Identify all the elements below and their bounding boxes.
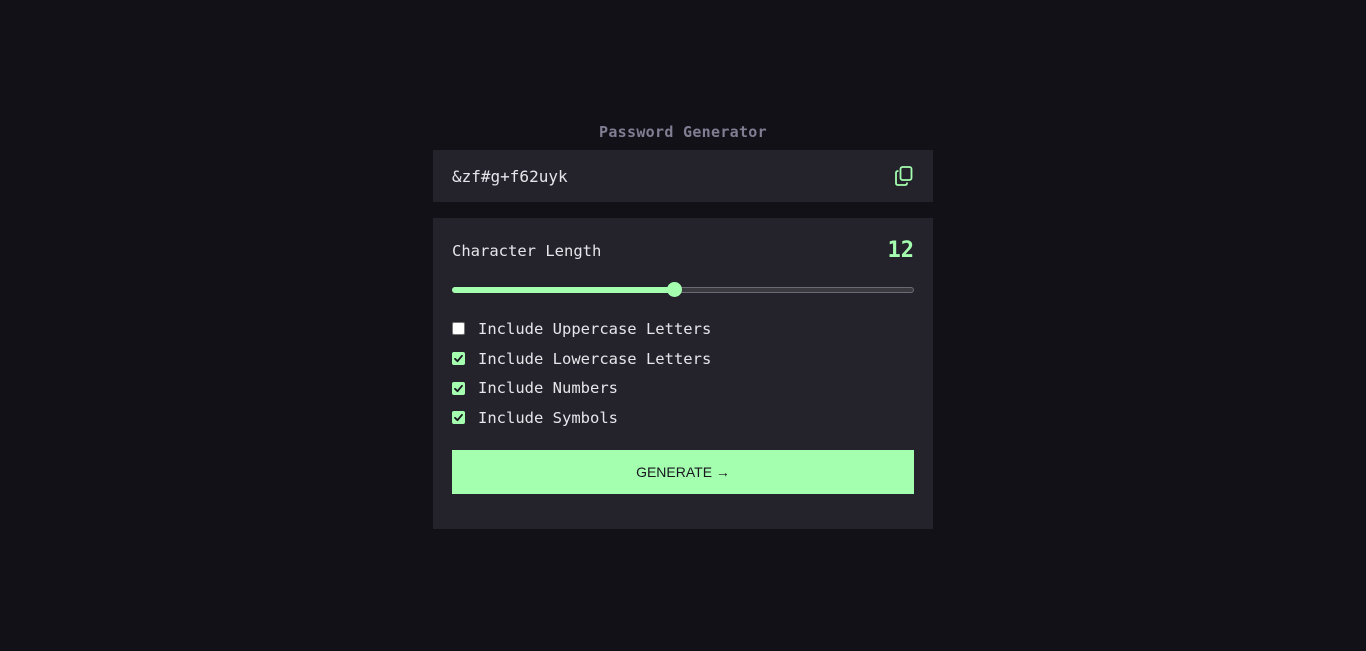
- option-symbols[interactable]: Include Symbols: [452, 403, 914, 433]
- options-panel: Character Length 12 Include Uppercase Le…: [433, 218, 933, 529]
- copy-icon: [895, 166, 913, 186]
- length-value: 12: [887, 238, 915, 263]
- length-row: Character Length 12: [452, 218, 914, 264]
- option-label: Include Lowercase Letters: [478, 349, 712, 368]
- check-icon: [454, 414, 463, 422]
- copy-button[interactable]: [894, 165, 914, 187]
- password-text: &zf#g+f62uyk: [452, 166, 568, 186]
- option-numbers[interactable]: Include Numbers: [452, 373, 914, 403]
- slider-fill: [452, 287, 674, 293]
- option-label: Include Uppercase Letters: [478, 319, 712, 338]
- option-label: Include Numbers: [478, 379, 618, 398]
- option-lowercase[interactable]: Include Lowercase Letters: [452, 344, 914, 374]
- symbols-checkbox[interactable]: [452, 411, 465, 425]
- check-icon: [454, 354, 463, 363]
- slider-thumb[interactable]: [666, 282, 682, 297]
- generate-button[interactable]: GENERATE →: [452, 450, 914, 494]
- option-uppercase[interactable]: Include Uppercase Letters: [452, 314, 914, 344]
- password-output: &zf#g+f62uyk: [433, 150, 933, 202]
- option-label: Include Symbols: [478, 408, 618, 427]
- check-icon: [454, 384, 463, 392]
- options-list: Include Uppercase Letters Include Lowerc…: [452, 314, 914, 433]
- length-label: Character Length: [452, 241, 602, 260]
- length-slider[interactable]: [452, 281, 914, 297]
- uppercase-checkbox[interactable]: [452, 322, 465, 336]
- page-title: Password Generator: [599, 123, 767, 141]
- lowercase-checkbox[interactable]: [452, 352, 465, 366]
- password-generator-app: Password Generator &zf#g+f62uyk Characte…: [433, 120, 933, 529]
- numbers-checkbox[interactable]: [452, 381, 465, 395]
